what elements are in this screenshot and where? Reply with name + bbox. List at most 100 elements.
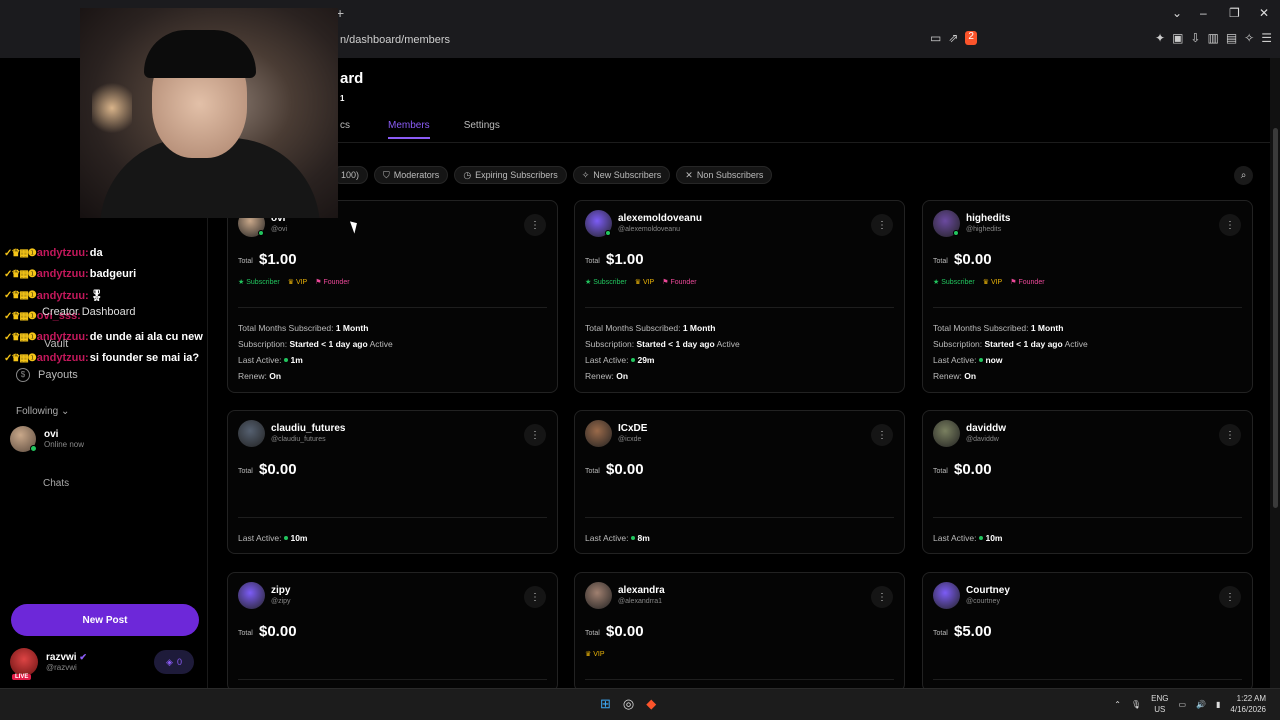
current-user-profile[interactable]: LIVE razvwi ✔ @razvwi ◈ 0: [10, 646, 198, 680]
sidebar-item-label: Payouts: [38, 369, 78, 381]
member-name[interactable]: zipy: [271, 585, 290, 596]
scroll-thumb[interactable]: [1273, 128, 1278, 508]
subscriber-badge: ★ Subscriber: [585, 279, 627, 286]
tab-settings[interactable]: Settings: [464, 120, 500, 139]
maximize-button[interactable]: ❐: [1229, 6, 1240, 20]
chat-text: da: [89, 247, 103, 259]
avatar: [238, 582, 265, 609]
brave-browser-icon[interactable]: ◆: [646, 696, 656, 712]
card-divider: [585, 307, 894, 308]
vip-badge: ♛ VIP: [634, 279, 655, 286]
clock[interactable]: 1:22 AM 4/16/2026: [1230, 693, 1266, 715]
sidebar-item-creator-dashboard[interactable]: Creator Dashboard: [42, 306, 136, 318]
sidebar-item-chats[interactable]: Chats: [43, 478, 69, 489]
member-name[interactable]: highedits: [966, 213, 1010, 224]
member-name[interactable]: ICxDE: [618, 423, 647, 434]
member-name[interactable]: alexemoldoveanu: [618, 213, 702, 224]
language-indicator[interactable]: ENG US: [1151, 693, 1168, 715]
member-name[interactable]: claudiu_futures: [271, 423, 345, 434]
microphone-icon[interactable]: 🎙: [1131, 700, 1141, 709]
filter-non-subscribers[interactable]: ✕ Non Subscribers: [676, 166, 773, 184]
member-card[interactable]: alexemoldoveanu @alexemoldoveanu ⋮ Total $1.…: [574, 200, 905, 393]
member-card[interactable]: highedits @highedits ⋮ Total $0.00 ★ Subscri…: [922, 200, 1253, 393]
menu-icon[interactable]: ☰: [1261, 31, 1272, 45]
sidebar-item-vault[interactable]: Vault: [44, 338, 68, 350]
chat-badges-icon: ✓♛▦❶: [4, 247, 37, 259]
member-card[interactable]: claudiu_futures @claudiu_futures ⋮ Total $0.…: [227, 410, 558, 554]
renew-row: Renew: On: [238, 371, 281, 381]
filter-label: New Subscribers: [593, 170, 662, 180]
avatar: [238, 420, 265, 447]
member-options-button[interactable]: ⋮: [1219, 424, 1241, 446]
leo-ai-icon[interactable]: ✧: [1244, 31, 1254, 45]
wallet-count: 0: [176, 657, 182, 667]
member-options-button[interactable]: ⋮: [524, 586, 546, 608]
member-options-button[interactable]: ⋮: [1219, 586, 1241, 608]
tab-members[interactable]: Members: [388, 120, 430, 139]
row-label: Subscription:: [585, 339, 635, 349]
member-options-button[interactable]: ⋮: [871, 424, 893, 446]
minimize-button[interactable]: –: [1200, 6, 1207, 20]
filter-moderators[interactable]: ⛉ Moderators: [374, 166, 449, 184]
filter-new-subscribers[interactable]: ✧ New Subscribers: [572, 166, 671, 184]
member-options-button[interactable]: ⋮: [871, 214, 893, 236]
volume-icon[interactable]: 🔊: [1196, 700, 1206, 709]
tab-analytics[interactable]: cs: [340, 120, 350, 139]
member-name[interactable]: daviddw: [966, 423, 1006, 434]
extensions-icon[interactable]: ✦: [1155, 31, 1165, 45]
wallet-badge[interactable]: ◈ 0: [154, 650, 194, 674]
row-label: Last Active:: [238, 533, 282, 543]
url-text[interactable]: n/dashboard/members: [340, 34, 450, 46]
member-filters: 100) ⛉ Moderators ◷ Expiring Subscribers ✧…: [332, 166, 773, 184]
member-card[interactable]: alexandra @alexandrra1 ⋮ Total $0.00 ♛ VIP: [574, 572, 905, 692]
new-post-button[interactable]: New Post: [11, 604, 199, 636]
sidebar-toggle-icon[interactable]: ▥: [1207, 31, 1218, 45]
search-button[interactable]: ⌕: [1234, 166, 1253, 185]
tabs-icon[interactable]: ▤: [1226, 31, 1237, 45]
cast-icon[interactable]: ▭: [930, 31, 941, 45]
windows-start-icon[interactable]: ⊞: [600, 696, 611, 712]
brave-shields-icon[interactable]: 2: [965, 31, 977, 45]
network-icon[interactable]: ▭: [1178, 700, 1186, 709]
subscription-row: Subscription: Started < 1 day ago Active: [933, 339, 1088, 349]
member-total: $0.00: [954, 461, 992, 478]
filter-label: 100): [341, 170, 360, 180]
member-options-button[interactable]: ⋮: [871, 586, 893, 608]
chat-text: badgeuri: [89, 268, 137, 280]
badge-label: Founder: [323, 279, 350, 286]
member-card[interactable]: zipy @zipy ⋮ Total $0.00: [227, 572, 558, 692]
filter-expiring-subscribers[interactable]: ◷ Expiring Subscribers: [454, 166, 567, 184]
dashboard-tabs: cs Members Settings: [340, 120, 500, 139]
member-options-button[interactable]: ⋮: [1219, 214, 1241, 236]
subscription-row: Subscription: Started < 1 day ago Active: [238, 339, 393, 349]
member-options-button[interactable]: ⋮: [524, 214, 546, 236]
downloads-icon[interactable]: ⇩: [1190, 31, 1200, 45]
last-active-row: Last Active: 10m: [933, 533, 1002, 543]
app-icon[interactable]: ◎: [623, 696, 634, 712]
following-user-item[interactable]: ovi Online now: [10, 426, 84, 452]
webcam-overlay: [80, 8, 338, 218]
member-card[interactable]: ICxDE @icxde ⋮ Total $0.00 Last Active: 8m: [574, 410, 905, 554]
member-name[interactable]: alexandra: [618, 585, 665, 596]
last-active-value: 8m: [637, 533, 650, 543]
following-section-toggle[interactable]: Following ⌄: [16, 406, 69, 417]
battery-icon[interactable]: ▮: [1216, 700, 1220, 709]
wallet-icon[interactable]: ▣: [1172, 31, 1183, 45]
close-window-button[interactable]: ✕: [1259, 6, 1269, 20]
subscription-started: Started < 1 day ago: [984, 339, 1063, 349]
search-icon: ⌕: [1240, 170, 1247, 181]
chevron-up-icon[interactable]: ⌃: [1114, 700, 1121, 709]
member-card[interactable]: Courtney @courtney ⋮ Total $5.00: [922, 572, 1253, 692]
share-icon[interactable]: ⇗: [948, 31, 958, 45]
tab-list-icon[interactable]: ⌄: [1172, 6, 1182, 20]
page-scrollbar[interactable]: [1270, 58, 1280, 688]
sidebar-item-payouts[interactable]: $ Payouts: [16, 368, 78, 382]
member-card[interactable]: ovi @ovi ⋮ Total $1.00 ★ Subscriber ♛ VIP ⚑ …: [227, 200, 558, 393]
member-options-button[interactable]: ⋮: [524, 424, 546, 446]
more-vertical-icon: ⋮: [1225, 429, 1235, 441]
member-name[interactable]: Courtney: [966, 585, 1010, 596]
avatar: LIVE: [10, 648, 38, 680]
chat-username: andytzuu:: [36, 268, 89, 280]
member-card[interactable]: daviddw @daviddw ⋮ Total $0.00 Last Active: 10…: [922, 410, 1253, 554]
more-vertical-icon: ⋮: [1225, 219, 1235, 231]
